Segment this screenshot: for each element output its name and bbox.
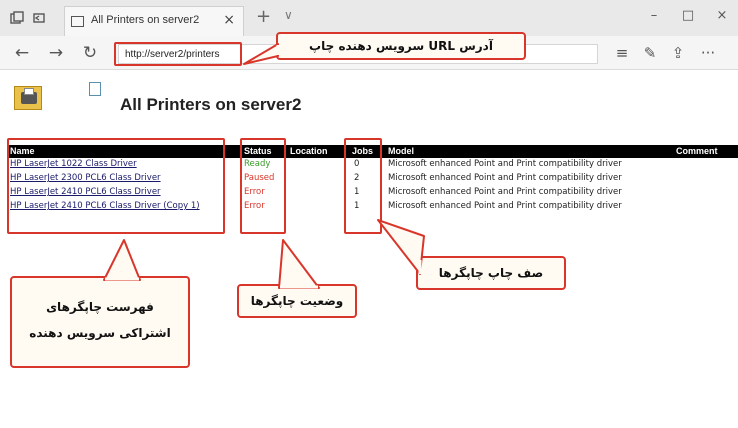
shared-printers-callout-pointer — [103, 239, 141, 281]
tab-bar: All Printers on server2 × + ∨ – □ × — [0, 0, 738, 36]
url-callout: آدرس URL سرویس دهنده چاپ — [243, 32, 526, 65]
printer-model: Microsoft enhanced Point and Print compa… — [388, 173, 622, 183]
page-title: All Printers on server2 — [120, 95, 302, 114]
printer-model: Microsoft enhanced Point and Print compa… — [388, 201, 622, 211]
browser-tab[interactable]: All Printers on server2 × — [64, 6, 244, 36]
minimize-button[interactable]: – — [644, 8, 664, 23]
printer-status-callout-pointer — [278, 239, 320, 289]
refresh-button[interactable]: ↻ — [80, 43, 100, 63]
tab-back-icon[interactable] — [32, 10, 46, 24]
print-queue-callout-text: صف چاپ چاپگرها — [438, 266, 544, 280]
tab-close-icon[interactable]: × — [223, 12, 235, 28]
printer-status-callout-text: وضعیت چاپگرها — [250, 294, 344, 308]
document-icon — [89, 82, 101, 96]
maximize-button[interactable]: □ — [678, 8, 698, 23]
shared-printers-callout: فهرست چاپگرهای اشتراکی سرویس دهنده — [10, 239, 190, 368]
print-queue-callout: صف چاپ چاپگرها — [377, 219, 566, 290]
url-callout-text: آدرس URL سرویس دهنده چاپ — [309, 39, 493, 53]
printer-status-callout: وضعیت چاپگرها — [237, 239, 357, 318]
url-callout-pointer — [243, 43, 280, 65]
address-highlight — [114, 42, 242, 66]
printer-model: Microsoft enhanced Point and Print compa… — [388, 187, 622, 197]
printer-model: Microsoft enhanced Point and Print compa… — [388, 159, 622, 169]
back-button[interactable]: ← — [12, 43, 32, 63]
page-icon — [71, 16, 84, 27]
more-icon[interactable]: ··· — [698, 44, 718, 62]
printers-folder-icon — [10, 78, 44, 116]
web-note-icon[interactable]: ✎ — [640, 44, 660, 62]
status-highlight — [240, 138, 286, 234]
new-tab-button[interactable]: + — [256, 6, 271, 27]
shared-printers-callout-line2: اشتراکی سرویس دهنده — [29, 326, 171, 340]
column-location: Location — [290, 146, 328, 156]
column-comment: Comment — [676, 146, 718, 156]
share-icon[interactable]: ⇪ — [668, 44, 688, 62]
tab-actions-icon[interactable] — [10, 10, 24, 24]
close-window-button[interactable]: × — [712, 8, 732, 23]
forward-button[interactable]: → — [46, 43, 66, 63]
column-model: Model — [388, 146, 414, 156]
hub-icon[interactable]: ≡ — [612, 44, 632, 62]
names-highlight — [7, 138, 225, 234]
shared-printers-callout-line1: فهرست چاپگرهای — [46, 300, 154, 314]
print-queue-callout-pointer — [377, 219, 425, 275]
tab-list-chevron-icon[interactable]: ∨ — [284, 8, 293, 22]
tab-title: All Printers on server2 — [91, 14, 200, 26]
